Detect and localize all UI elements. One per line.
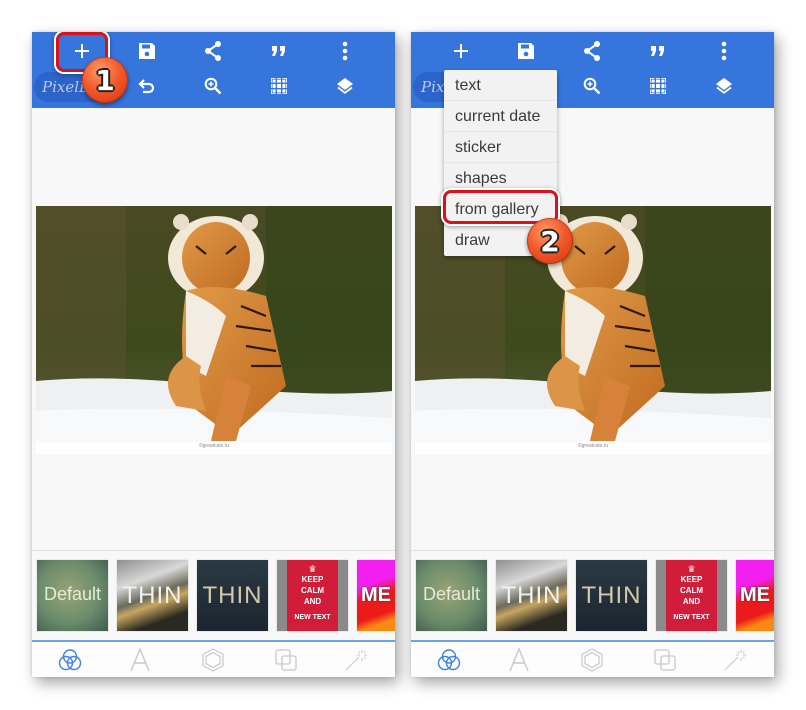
save-icon — [518, 43, 534, 59]
share-icon — [584, 41, 600, 61]
editor-canvas[interactable]: ©greatcats.ru — [32, 108, 395, 550]
layers-icon — [716, 78, 732, 94]
hexagon-icon — [202, 648, 224, 672]
menu-item-text[interactable]: text — [444, 70, 557, 101]
share-button[interactable] — [574, 34, 610, 68]
share-button[interactable] — [195, 34, 231, 68]
quote-icon — [651, 46, 664, 56]
quote-button[interactable] — [261, 34, 297, 68]
share-icon — [205, 41, 221, 61]
step-badge-1: 1 — [82, 57, 128, 103]
save-icon — [139, 43, 155, 59]
template-thin-bokeh[interactable]: THIN — [496, 560, 567, 631]
template-thin-dark[interactable]: THIN — [197, 560, 268, 631]
canvas-image[interactable]: ©greatcats.ru — [36, 206, 392, 454]
layers-button[interactable] — [706, 69, 742, 103]
hexagon-icon — [581, 648, 603, 672]
save-button[interactable] — [129, 34, 165, 68]
nav-blend-tab[interactable] — [434, 646, 464, 674]
grid-button[interactable] — [261, 69, 297, 103]
bottom-navigation — [32, 640, 395, 677]
layers-button[interactable] — [327, 69, 363, 103]
grid-button[interactable] — [640, 69, 676, 103]
image-caption: ©greatcats.ru — [198, 443, 230, 449]
menu-item-sticker[interactable]: sticker — [444, 132, 557, 163]
template-thin-bokeh[interactable]: THIN — [117, 560, 188, 631]
nav-text-tab[interactable] — [125, 646, 155, 674]
template-strip[interactable]: Default THIN THIN ♛ KEEP CALM AND NEW TE… — [32, 550, 395, 641]
bottom-navigation — [411, 640, 774, 677]
template-keep-calm[interactable]: ♛ KEEP CALM AND NEW TEXT — [656, 560, 727, 631]
quote-icon — [272, 46, 285, 56]
app-screen-step-2: PixelLab — [411, 32, 774, 677]
nav-effects-tab[interactable] — [341, 646, 371, 674]
magic-wand-icon — [724, 650, 746, 671]
image-caption: ©greatcats.ru — [577, 443, 609, 449]
more-options-button[interactable] — [327, 34, 363, 68]
toolbar-row-1 — [411, 34, 774, 72]
app-screen-step-1: PixelLab ©greatcats.ru Default THIN THIN… — [32, 32, 395, 677]
add-button[interactable] — [443, 34, 479, 68]
more-options-button[interactable] — [706, 34, 742, 68]
zoom-in-icon — [204, 77, 222, 95]
zoom-button[interactable] — [195, 69, 231, 103]
more-vertical-icon — [342, 41, 348, 61]
magic-wand-icon — [345, 650, 367, 671]
template-thin-dark[interactable]: THIN — [576, 560, 647, 631]
undo-button[interactable] — [129, 69, 165, 103]
menu-item-current-date[interactable]: current date — [444, 101, 557, 132]
layers-icon — [337, 78, 353, 94]
overlap-squares-icon — [654, 649, 676, 671]
nav-text-tab[interactable] — [504, 646, 534, 674]
nav-blend-tab[interactable] — [55, 646, 85, 674]
nav-effects-tab[interactable] — [720, 646, 750, 674]
template-keep-calm[interactable]: ♛ KEEP CALM AND NEW TEXT — [277, 560, 348, 631]
template-meme[interactable]: ME — [736, 560, 774, 631]
save-button[interactable] — [508, 34, 544, 68]
zoom-in-icon — [583, 77, 601, 95]
grid-icon — [271, 78, 287, 94]
circles-icon — [58, 649, 82, 671]
template-default[interactable]: Default — [37, 560, 108, 631]
overlap-squares-icon — [275, 649, 297, 671]
letter-a-icon — [130, 648, 150, 672]
nav-layers-tab[interactable] — [271, 646, 301, 674]
quote-button[interactable] — [640, 34, 676, 68]
undo-icon — [138, 79, 155, 94]
nav-shapes-tab[interactable] — [198, 646, 228, 674]
template-default[interactable]: Default — [416, 560, 487, 631]
plus-icon — [454, 44, 468, 58]
step-badge-2: 2 — [527, 218, 573, 264]
circles-icon — [437, 649, 461, 671]
grid-icon — [650, 78, 666, 94]
tiger-photo — [36, 206, 392, 442]
more-vertical-icon — [721, 41, 727, 61]
template-strip[interactable]: Default THIN THIN ♛ KEEP CALM AND NEW TE… — [411, 550, 774, 641]
template-meme[interactable]: ME — [357, 560, 395, 631]
nav-shapes-tab[interactable] — [577, 646, 607, 674]
letter-a-icon — [509, 648, 529, 672]
nav-layers-tab[interactable] — [650, 646, 680, 674]
zoom-button[interactable] — [574, 69, 610, 103]
